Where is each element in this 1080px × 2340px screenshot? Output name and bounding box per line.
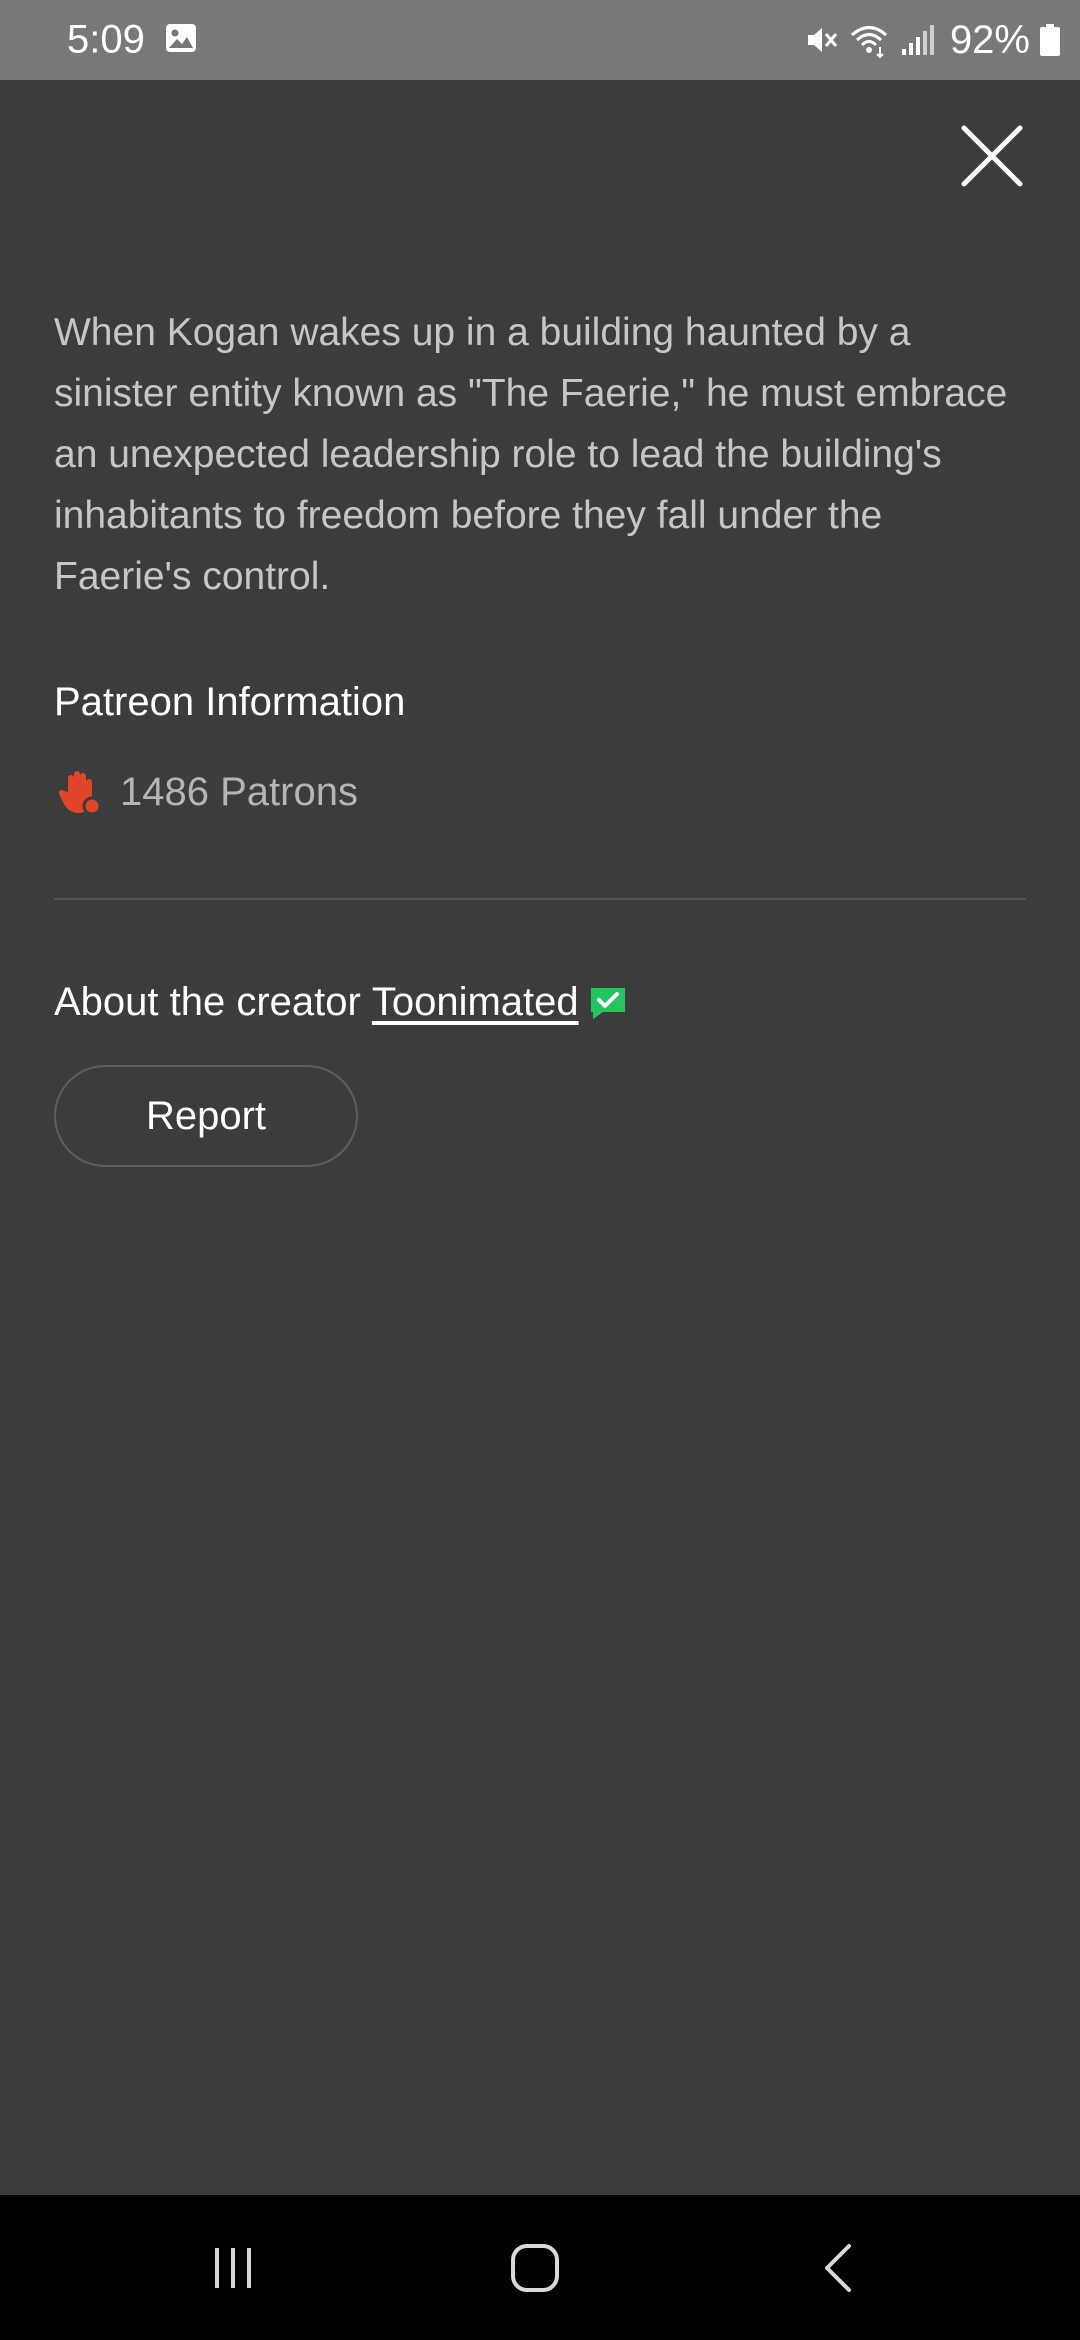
wifi-icon [850, 26, 887, 59]
project-info-screen: When Kogan wakes up in a building haunte… [0, 80, 1080, 2195]
home-icon[interactable] [509, 2242, 561, 2294]
status-icons: 92% [802, 0, 1060, 80]
divider [54, 898, 1026, 900]
close-icon[interactable] [958, 122, 1026, 190]
status-time: 5:09 [67, 17, 145, 62]
patrons-count: 1486 Patrons [120, 769, 358, 814]
project-description: When Kogan wakes up in a building haunte… [54, 311, 1008, 598]
battery-icon [1040, 24, 1060, 56]
verified-badge-icon [590, 987, 625, 1019]
gallery-icon [166, 24, 196, 52]
patrons-row: 1486 Patrons [54, 766, 358, 818]
navigation-bar [0, 2195, 1080, 2340]
status-bar: 5:09 92% [0, 0, 1080, 80]
back-icon[interactable] [821, 2242, 855, 2294]
battery-percent: 92% [949, 17, 1030, 62]
creator-link[interactable]: Toonimated [372, 980, 579, 1025]
signal-icon [901, 25, 934, 55]
report-button[interactable]: Report [54, 1065, 358, 1167]
mute-icon [807, 28, 838, 52]
creator-row: About the creator Toonimated [54, 980, 627, 1025]
recents-icon[interactable] [209, 2244, 257, 2292]
creator-prefix: About the creator [54, 980, 361, 1024]
patreon-hand-icon [58, 771, 102, 816]
patreon-heading: Patreon Information [54, 680, 406, 724]
